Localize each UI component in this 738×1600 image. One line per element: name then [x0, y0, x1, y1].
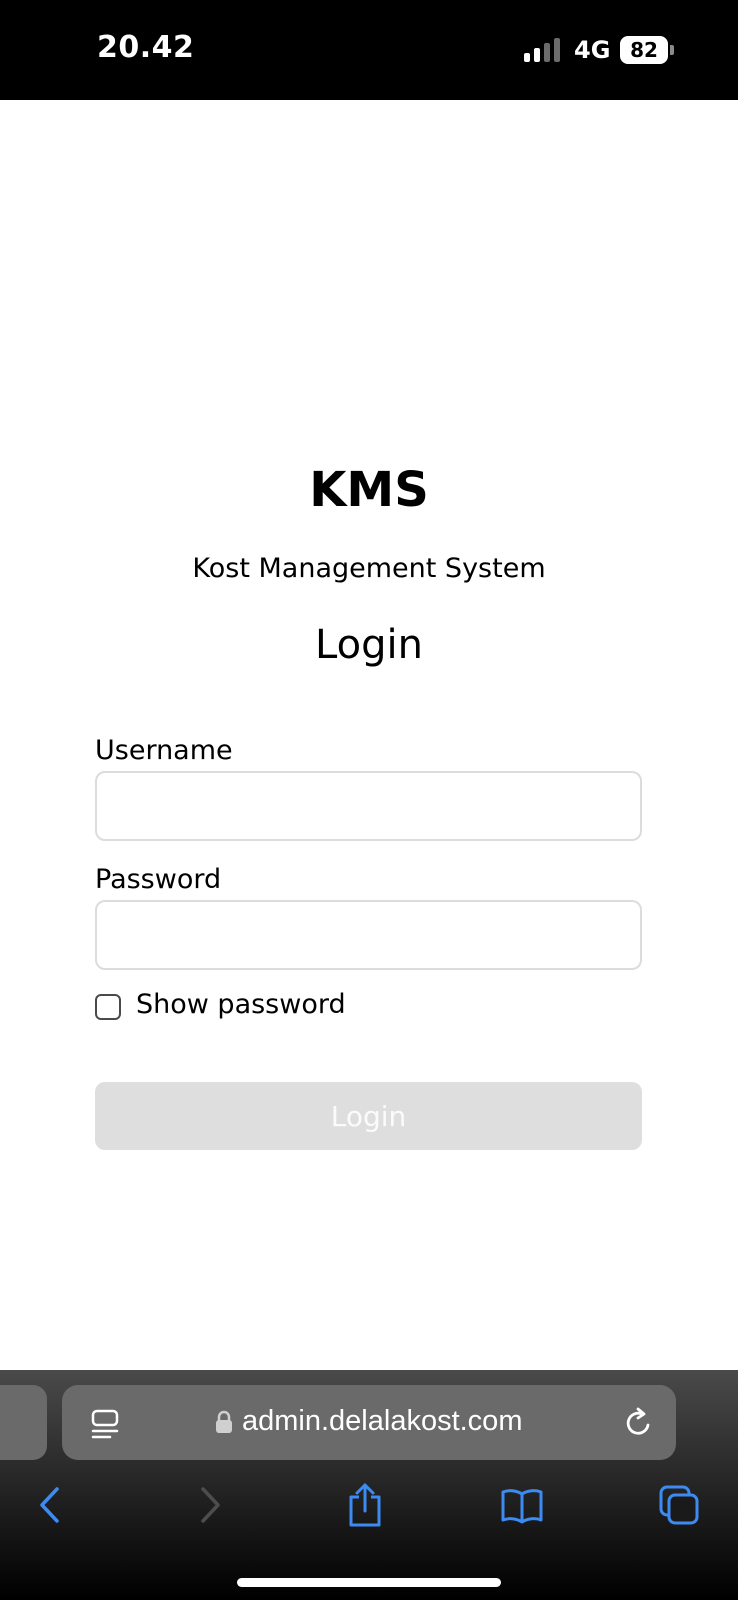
reload-icon[interactable]	[622, 1406, 654, 1440]
login-button[interactable]: Login	[95, 1082, 642, 1150]
reader-icon[interactable]	[90, 1409, 120, 1441]
status-bar: 20.42 4G 82	[0, 0, 738, 100]
share-icon[interactable]	[346, 1482, 384, 1528]
lock-icon	[216, 1410, 232, 1433]
battery-tip	[670, 45, 674, 55]
bookmarks-icon[interactable]	[500, 1488, 544, 1524]
forward-icon[interactable]	[198, 1486, 222, 1524]
battery-icon: 82	[620, 36, 668, 64]
home-indicator[interactable]	[237, 1578, 501, 1587]
login-heading: Login	[315, 622, 423, 668]
username-input[interactable]	[95, 771, 642, 841]
password-label: Password	[95, 864, 222, 895]
status-time: 20.42	[97, 30, 195, 65]
username-label: Username	[95, 735, 233, 766]
tabs-icon[interactable]	[658, 1484, 700, 1526]
network-type: 4G	[574, 36, 611, 64]
previous-tab-preview[interactable]	[0, 1385, 47, 1460]
back-icon[interactable]	[38, 1486, 62, 1524]
app-subtitle: Kost Management System	[192, 553, 546, 584]
show-password-checkbox[interactable]	[95, 994, 121, 1020]
show-password-label[interactable]: Show password	[136, 989, 346, 1020]
password-input[interactable]	[95, 900, 642, 970]
cellular-signal-icon	[524, 38, 562, 62]
url-text[interactable]: admin.delalakost.com	[242, 1405, 522, 1438]
app-title: KMS	[309, 462, 429, 518]
